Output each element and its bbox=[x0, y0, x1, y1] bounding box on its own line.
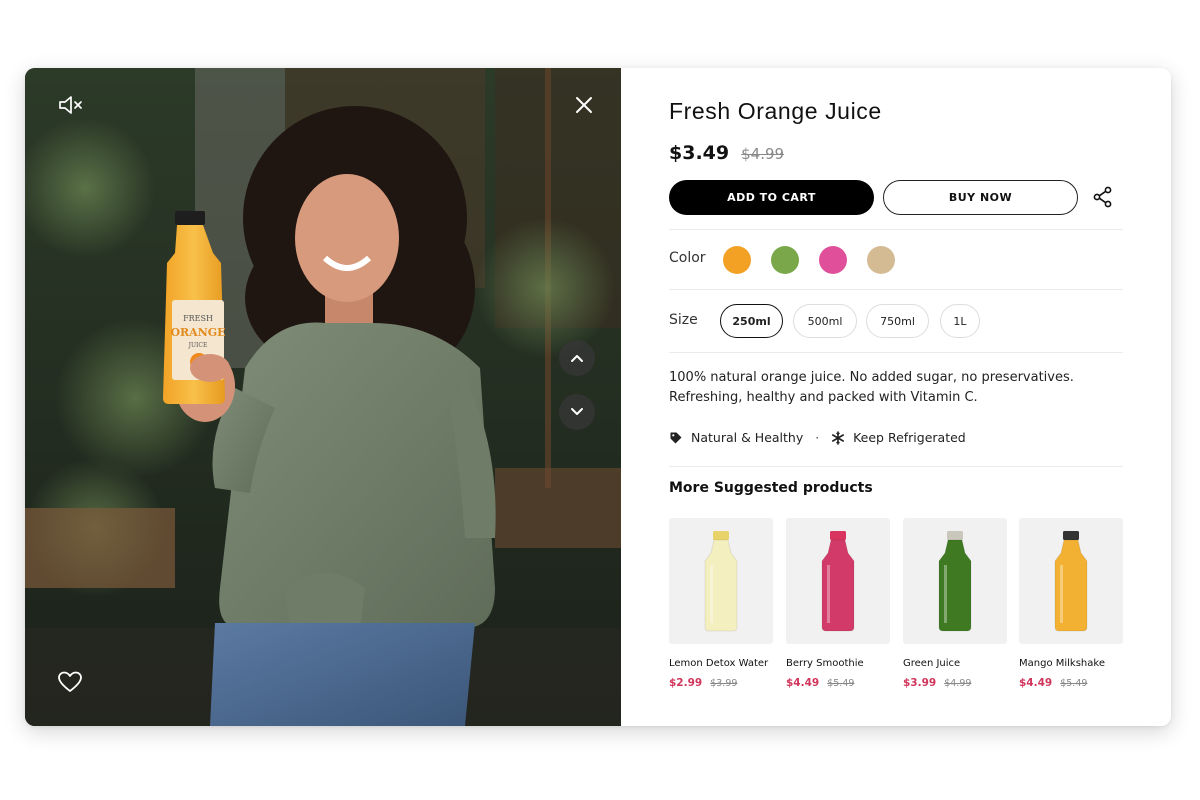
size-option[interactable]: 250ml bbox=[720, 304, 783, 338]
close-icon bbox=[576, 97, 592, 113]
suggested-product-name[interactable]: Berry Smoothie bbox=[786, 658, 890, 669]
bottle-label-line2: ORANGE bbox=[170, 326, 225, 339]
color-swatch[interactable] bbox=[819, 246, 847, 274]
suggested-product-card[interactable]: Berry Smoothie $4.49 $5.49 bbox=[786, 518, 890, 689]
close-button[interactable] bbox=[569, 90, 599, 120]
suggested-product-original-price: $4.99 bbox=[944, 678, 972, 689]
tag-icon bbox=[669, 431, 683, 445]
color-swatch[interactable] bbox=[867, 246, 895, 274]
price-row: $3.49 $4.99 bbox=[669, 142, 784, 164]
share-button[interactable] bbox=[1091, 185, 1115, 209]
description-line: Refreshing, healthy and packed with Vita… bbox=[669, 390, 978, 405]
suggested-product-name[interactable]: Green Juice bbox=[903, 658, 1007, 669]
suggested-products-title: More Suggested products bbox=[669, 480, 873, 496]
product-description: 100% natural orange juice. No added suga… bbox=[669, 368, 1089, 408]
suggested-product-card[interactable]: Green Juice $3.99 $4.99 bbox=[903, 518, 1007, 689]
add-to-cart-button[interactable]: ADD TO CART bbox=[669, 180, 874, 215]
next-media-button[interactable] bbox=[559, 394, 595, 430]
chevron-down-icon bbox=[571, 408, 583, 415]
mute-button[interactable] bbox=[53, 90, 87, 120]
current-price: $3.49 bbox=[669, 142, 730, 164]
buy-now-button[interactable]: BUY NOW bbox=[883, 180, 1078, 215]
feature-keep-refrigerated: Keep Refrigerated bbox=[853, 430, 966, 445]
product-media: FRESH ORANGE JUICE bbox=[25, 68, 621, 726]
divider bbox=[669, 289, 1123, 290]
suggested-product-prices: $3.99 $4.99 bbox=[903, 677, 1007, 689]
feature-natural-healthy: Natural & Healthy bbox=[691, 430, 804, 445]
suggested-product-card[interactable]: Mango Milkshake $4.49 $5.49 bbox=[1019, 518, 1123, 689]
suggested-product-prices: $4.49 $5.49 bbox=[1019, 677, 1123, 689]
product-title: Fresh Orange Juice bbox=[669, 98, 882, 124]
color-swatch[interactable] bbox=[723, 246, 751, 274]
suggested-product-card[interactable]: Lemon Detox Water $2.99 $3.99 bbox=[669, 518, 773, 689]
bottle-label-line1: FRESH bbox=[183, 314, 213, 323]
suggested-product-name[interactable]: Lemon Detox Water bbox=[669, 658, 773, 669]
product-quick-view: FRESH ORANGE JUICE Fresh Orange Juice $3… bbox=[25, 68, 1171, 726]
size-option[interactable]: 500ml bbox=[793, 304, 857, 338]
suggested-product-price: $3.99 bbox=[903, 677, 937, 689]
color-label: Color bbox=[669, 250, 706, 266]
heart-icon bbox=[58, 671, 82, 692]
mute-icon bbox=[59, 96, 82, 114]
suggested-product-price: $2.99 bbox=[669, 677, 703, 689]
suggested-product-price: $4.49 bbox=[1019, 677, 1053, 689]
snowflake-icon bbox=[831, 430, 845, 445]
suggested-product-image[interactable] bbox=[786, 518, 890, 644]
suggested-product-prices: $4.49 $5.49 bbox=[786, 677, 890, 689]
chevron-up-icon bbox=[571, 355, 583, 362]
previous-media-button[interactable] bbox=[559, 340, 595, 376]
share-icon bbox=[1093, 186, 1112, 208]
suggested-product-prices: $2.99 $3.99 bbox=[669, 677, 773, 689]
suggested-product-original-price: $3.99 bbox=[710, 678, 738, 689]
suggested-product-image[interactable] bbox=[1019, 518, 1123, 644]
size-option[interactable]: 750ml bbox=[866, 304, 929, 338]
size-label: Size bbox=[669, 312, 698, 328]
original-price: $4.99 bbox=[741, 145, 785, 163]
favorite-button[interactable] bbox=[53, 666, 87, 698]
product-photo: FRESH ORANGE JUICE bbox=[25, 68, 621, 726]
suggested-product-price: $4.49 bbox=[786, 677, 820, 689]
suggested-product-image[interactable] bbox=[669, 518, 773, 644]
suggested-product-original-price: $5.49 bbox=[1060, 678, 1088, 689]
suggested-product-name[interactable]: Mango Milkshake bbox=[1019, 658, 1123, 669]
product-features: Natural & Healthy · Keep Refrigerated bbox=[669, 430, 966, 445]
color-swatch[interactable] bbox=[771, 246, 799, 274]
bottle-label-line3: JUICE bbox=[188, 342, 208, 349]
divider bbox=[669, 466, 1123, 467]
product-details: Fresh Orange Juice $3.49 $4.99 ADD TO CA… bbox=[621, 68, 1171, 726]
divider bbox=[669, 352, 1123, 353]
suggested-product-original-price: $5.49 bbox=[827, 678, 855, 689]
divider bbox=[669, 229, 1123, 230]
size-option[interactable]: 1L bbox=[940, 304, 980, 338]
description-line: 100% natural orange juice. No added suga… bbox=[669, 370, 1074, 385]
suggested-product-image[interactable] bbox=[903, 518, 1007, 644]
feature-separator: · bbox=[815, 430, 820, 445]
